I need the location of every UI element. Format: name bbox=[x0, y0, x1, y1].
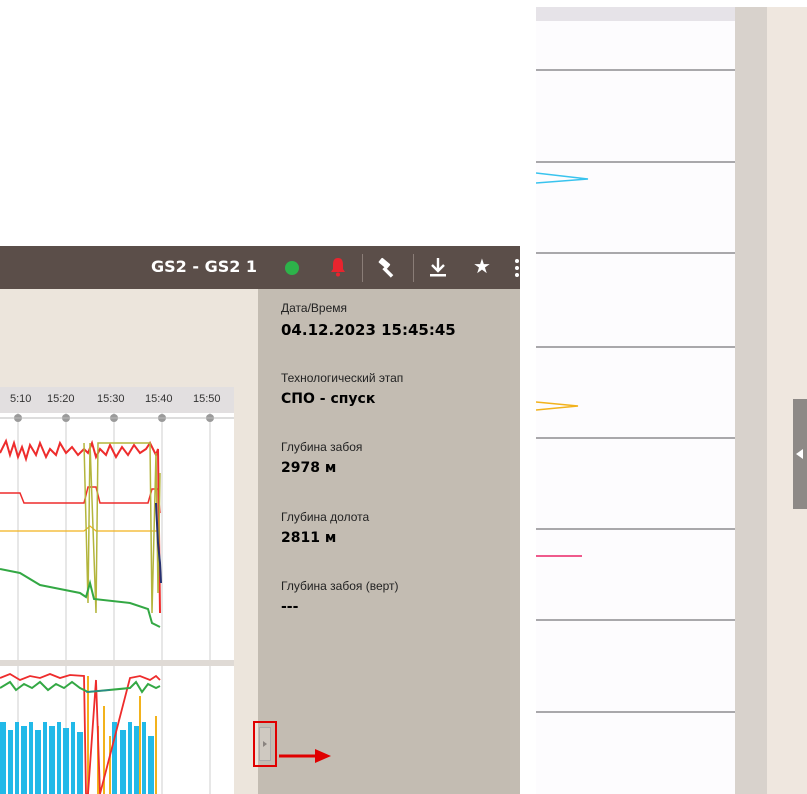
hole-depth-value: 2978 м bbox=[281, 460, 337, 476]
collapse-panel-handle[interactable] bbox=[253, 721, 277, 767]
status-dot-icon bbox=[285, 261, 299, 275]
stage-label: Технологический этап bbox=[281, 371, 404, 385]
red-trace bbox=[0, 438, 161, 614]
top-bar: GS2 - GS2 1 ★ bbox=[0, 246, 520, 289]
chevron-left-icon bbox=[796, 449, 803, 459]
collapse-grip[interactable] bbox=[259, 727, 271, 761]
expanded-chart-panel bbox=[536, 7, 807, 794]
time-tick: 5:10 bbox=[10, 393, 32, 405]
info-panel: Дата/Время 04.12.2023 15:45:45 Технологи… bbox=[258, 289, 520, 794]
track-divider bbox=[536, 528, 735, 530]
hammer-icon[interactable] bbox=[376, 257, 398, 279]
bell-icon[interactable] bbox=[329, 257, 347, 277]
expand-panel-handle[interactable] bbox=[793, 399, 807, 509]
kebab-icon[interactable] bbox=[512, 258, 520, 278]
lower-plot bbox=[0, 666, 234, 794]
track-divider bbox=[536, 252, 735, 254]
chart-area: 5:10 15:20 15:30 15:40 15:50 bbox=[0, 289, 258, 794]
bit-depth-value: 2811 м bbox=[281, 530, 337, 546]
toolbar-separator bbox=[413, 254, 414, 282]
track-divider bbox=[536, 437, 735, 439]
right-panel-header bbox=[536, 7, 735, 21]
yellow-trace-marker bbox=[536, 401, 579, 411]
datetime-value: 04.12.2023 15:45:45 bbox=[281, 321, 456, 339]
upper-plot bbox=[0, 413, 234, 660]
green-trace bbox=[0, 568, 161, 628]
time-tick: 15:30 bbox=[97, 393, 125, 405]
time-tick: 15:20 bbox=[47, 393, 75, 405]
star-icon[interactable]: ★ bbox=[473, 254, 495, 278]
datetime-label: Дата/Время bbox=[281, 301, 348, 315]
hole-depth-tvd-value: --- bbox=[281, 599, 299, 615]
track-divider bbox=[536, 619, 735, 621]
pink-trace-marker bbox=[536, 555, 582, 557]
well-monitor-panel: GS2 - GS2 1 ★ 5:10 15:20 15:30 15:40 15:… bbox=[0, 246, 520, 794]
stage-value: СПО - спуск bbox=[281, 391, 376, 407]
track-divider bbox=[536, 69, 735, 71]
panel-gutter bbox=[735, 7, 767, 794]
hole-depth-label: Глубина забоя bbox=[281, 440, 363, 454]
track-divider bbox=[536, 346, 735, 348]
toolbar-separator bbox=[362, 254, 363, 282]
download-icon[interactable] bbox=[428, 256, 448, 278]
well-title[interactable]: GS2 - GS2 1 bbox=[151, 257, 257, 276]
pointer-arrow-icon bbox=[279, 749, 331, 763]
chevron-right-icon bbox=[263, 741, 267, 747]
bit-depth-label: Глубина долота bbox=[281, 510, 370, 524]
track-divider bbox=[536, 711, 735, 713]
time-tick: 15:50 bbox=[193, 393, 221, 405]
time-axis: 5:10 15:20 15:30 15:40 15:50 bbox=[0, 387, 234, 413]
cyan-trace-marker bbox=[536, 172, 589, 184]
time-tick: 15:40 bbox=[145, 393, 173, 405]
hole-depth-tvd-label: Глубина забоя (верт) bbox=[281, 579, 399, 593]
track-divider bbox=[536, 161, 735, 163]
